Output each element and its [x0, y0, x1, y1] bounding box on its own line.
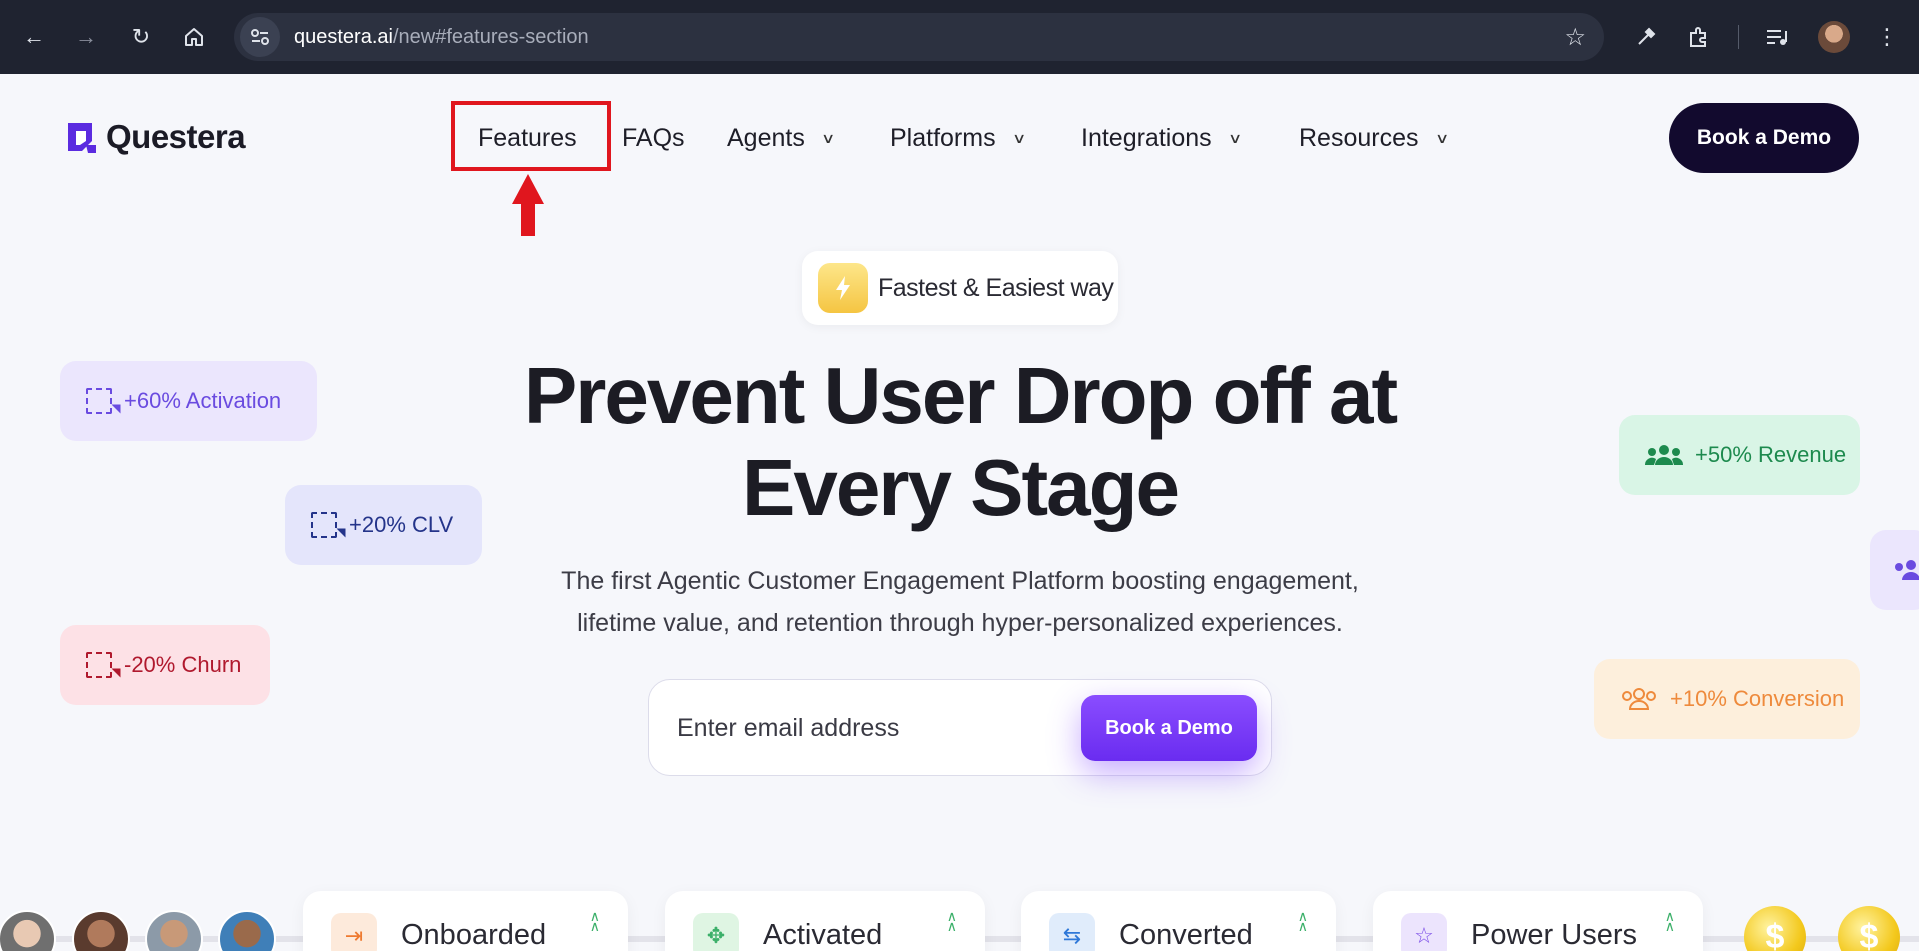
stage-power-users-label: Power Users: [1471, 919, 1637, 951]
nav-faqs-label: FAQs: [622, 123, 685, 152]
profile-avatar[interactable]: [1818, 21, 1850, 53]
star-icon: ☆: [1401, 913, 1447, 951]
media-queue-icon[interactable]: [1760, 20, 1794, 54]
url-host: questera.ai: [294, 25, 393, 48]
user-avatar: [218, 910, 276, 951]
double-chevron-icon: ∧ ∧: [589, 908, 600, 934]
stat-activation-badge: +60% Activation: [60, 361, 317, 441]
dollar-coin-icon: $: [1838, 906, 1900, 951]
nav-resources-label: Resources: [1299, 123, 1419, 152]
url-path: /new#features-section: [392, 25, 589, 48]
url-text[interactable]: questera.ai/new#features-section: [294, 26, 589, 49]
stat-clv-badge: +20% CLV: [285, 485, 482, 565]
stat-churn-badge: -20% Churn: [60, 625, 270, 705]
nav-platforms[interactable]: Platforms ∨: [890, 118, 1026, 158]
bookmark-star-icon[interactable]: ☆: [1564, 23, 1586, 52]
funnel-stage-power-users: ☆ Power Users ∧ ∧: [1373, 891, 1703, 951]
logo-mark-icon: [66, 119, 100, 155]
stat-conversion-badge: +10% Conversion: [1594, 659, 1860, 739]
address-bar[interactable]: questera.ai/new#features-section ☆: [234, 13, 1604, 61]
reload-icon[interactable]: ↻: [124, 20, 158, 54]
hero-headline-line2: Every Stage: [741, 443, 1180, 532]
hero-pill: Fastest & Easiest way: [802, 251, 1118, 325]
move-arrows-icon: ✥: [693, 913, 739, 951]
extensions-icon[interactable]: [1682, 20, 1716, 54]
funnel-stage-onboarded: ⇥ Onboarded ∧ ∧: [303, 891, 628, 951]
hero-subheadline-line1: The first Agentic Customer Engagement Pl…: [561, 567, 1359, 595]
email-signup-form: Book a Demo: [648, 679, 1272, 776]
annotation-arrow-icon: [510, 172, 546, 238]
selection-cursor-icon: [86, 652, 112, 678]
dollar-coin-icon: $: [1744, 906, 1806, 951]
stat-activation-text: +60% Activation: [124, 388, 282, 413]
chevron-down-icon: ∨: [820, 129, 836, 146]
stat-churn-text: -20% Churn: [124, 652, 242, 677]
selection-cursor-icon: [311, 512, 337, 538]
sign-in-icon: ⇥: [331, 913, 377, 951]
users-group-icon: [1620, 687, 1658, 711]
convert-icon: ⇆: [1049, 913, 1095, 951]
home-icon[interactable]: [177, 20, 211, 54]
nav-resources[interactable]: Resources ∨: [1299, 118, 1449, 158]
stat-revenue-badge: +50% Revenue: [1619, 415, 1860, 495]
browser-toolbar: ← → ↻ questera.ai/new#features-section ☆…: [0, 0, 1919, 74]
stat-conversion-text: +10% Conversion: [1670, 686, 1845, 711]
hero-headline: Prevent User Drop off at Every Stage: [400, 350, 1520, 534]
user-avatar: [145, 910, 203, 951]
more-menu-icon[interactable]: ⋮: [1870, 20, 1904, 54]
stage-converted-label: Converted: [1119, 919, 1253, 951]
stage-activated-label: Activated: [763, 919, 883, 951]
logo-text: Questera: [106, 118, 246, 155]
stat-clv-text: +20% CLV: [349, 512, 454, 537]
chevron-down-icon: ∨: [1227, 129, 1242, 146]
funnel-stage-activated: ✥ Activated ∧ ∧: [665, 891, 985, 951]
user-avatar: [72, 910, 130, 951]
book-demo-hero-button[interactable]: Book a Demo: [1081, 695, 1257, 761]
site-logo[interactable]: Questera: [66, 118, 246, 156]
funnel-stage-converted: ⇆ Converted ∧ ∧: [1021, 891, 1336, 951]
nav-faqs[interactable]: FAQs: [622, 118, 685, 158]
eyedropper-icon[interactable]: [1629, 20, 1663, 54]
nav-platforms-label: Platforms: [890, 123, 996, 152]
nav-agents-label: Agents: [727, 123, 805, 152]
stat-revenue-text: +50% Revenue: [1695, 442, 1847, 467]
user-avatar: [0, 910, 56, 951]
book-demo-header-button[interactable]: Book a Demo: [1669, 103, 1859, 173]
double-chevron-icon: ∧ ∧: [946, 908, 957, 934]
back-icon[interactable]: ←: [17, 20, 51, 54]
nav-integrations[interactable]: Integrations ∨: [1081, 118, 1242, 158]
email-input[interactable]: [677, 706, 1057, 750]
hero-subheadline: The first Agentic Customer Engagement Pl…: [460, 560, 1460, 644]
hero-subheadline-line2: lifetime value, and retention through hy…: [577, 609, 1343, 637]
hero-pill-text: Fastest & Easiest way: [878, 273, 1114, 302]
annotation-highlight-box: [451, 101, 611, 171]
chevron-down-icon: ∨: [1434, 129, 1449, 146]
toolbar-separator: [1738, 25, 1739, 49]
double-chevron-icon: ∧ ∧: [1664, 908, 1675, 934]
lightning-icon: [818, 263, 868, 313]
forward-icon[interactable]: →: [69, 20, 103, 54]
hero-headline-line1: Prevent User Drop off at: [523, 351, 1398, 440]
nav-agents[interactable]: Agents ∨: [727, 118, 836, 158]
nav-integrations-label: Integrations: [1081, 123, 1212, 152]
users-group-icon: [1892, 558, 1919, 582]
selection-cursor-icon: [86, 388, 112, 414]
users-group-icon: [1644, 443, 1684, 467]
stat-partial-badge: [1870, 530, 1919, 610]
double-chevron-icon: ∧ ∧: [1297, 908, 1308, 934]
chevron-down-icon: ∨: [1011, 129, 1026, 146]
stage-onboarded-label: Onboarded: [401, 919, 547, 951]
site-info-icon[interactable]: [240, 17, 280, 57]
